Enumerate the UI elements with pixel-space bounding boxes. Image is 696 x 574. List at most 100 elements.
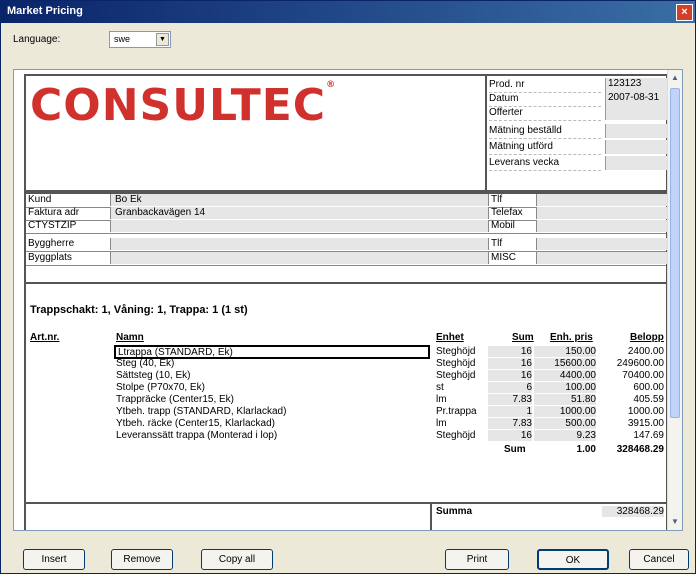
scroll-down-icon[interactable]: ▼ [669,516,681,528]
item-sum: 7.83 [488,418,532,429]
info-row: Leverans vecka [487,156,667,171]
customer-row: Byggplats MISC [26,252,667,266]
item-unit-price: 4400.00 [534,370,596,381]
item-unit: Steghöjd [436,430,476,441]
item-unit: Pr.trappa [436,406,477,417]
summary-box: Summa 328468.29 [24,502,668,530]
item-unit-price: 100.00 [534,382,596,393]
customer-value: Bo Ek [110,194,488,206]
customer-value2 [536,252,667,264]
item-sum: 16 [488,346,532,357]
item-name[interactable]: Ltrappa (STANDARD, Ek) [114,345,430,359]
info-value: 2007-08-31 [605,92,667,106]
info-row: Offerter [487,106,667,121]
item-unit-price: 1000.00 [534,406,596,417]
logo-text: CONSULTEC [30,80,327,131]
info-key: Mätning beställd [489,125,601,139]
table-row[interactable]: Leveranssätt trappa (Monterad i lop) Ste… [26,430,666,441]
info-key: Offerter [489,107,601,121]
copy-all-button[interactable]: Copy all [201,549,273,570]
info-key: Datum [489,93,601,107]
col-header-unit-price: Enh. pris [550,332,593,343]
cancel-button[interactable]: Cancel [629,549,689,570]
ok-button[interactable]: OK [537,549,609,570]
logo-mark: ® [326,80,337,90]
info-value: 123123 [605,78,667,92]
info-key: Mätning utförd [489,141,601,155]
scroll-thumb[interactable] [670,88,680,418]
item-unit: Steghöjd [436,370,476,381]
language-select[interactable]: swe ▼ [109,31,171,48]
table-row[interactable]: Ytbeh. räcke (Center15, Klarlackad) lm 7… [26,418,666,429]
customer-value [110,238,488,250]
language-value: swe [114,34,131,44]
logo-box: CONSULTEC® [24,74,486,192]
table-row[interactable]: Sättsteg (10, Ek) Steghöjd 16 4400.00 70… [26,370,666,381]
info-value [605,106,667,120]
print-button[interactable]: Print [445,549,509,570]
customer-box: Kund Bo Ek Tlf Faktura adr Granbackavägen 1… [24,192,668,284]
customer-value2 [536,194,667,206]
chevron-down-icon[interactable]: ▼ [156,33,169,46]
market-pricing-window: Market Pricing × Language: swe ▼ CONSULT… [0,0,696,574]
item-unit: st [436,382,444,393]
table-row[interactable]: Trappräcke (Center15, Ek) lm 7.83 51.80 … [26,394,666,405]
item-name: Steg (40, Ek) [116,358,175,369]
customer-key: Byggplats [28,252,72,263]
item-sum: 16 [488,358,532,369]
col-header-unit: Enhet [436,332,464,343]
item-unit-price: 500.00 [534,418,596,429]
info-key: Prod. nr [489,79,601,93]
customer-key2: Mobil [488,220,536,232]
info-value [605,156,667,170]
document-view[interactable]: CONSULTEC® Prod. nr 123123 Datum 2007-08-3… [13,69,683,531]
col-header-art: Art.nr. [30,332,60,343]
item-unit-price: 15600.00 [534,358,596,369]
item-name: Stolpe (P70x70, Ek) [116,382,205,393]
customer-row: Byggherre Tlf [26,238,667,252]
total-unit-price: 1.00 [576,444,596,455]
customer-key2: Tlf [488,238,536,250]
item-name: Ytbeh. räcke (Center15, Klarlackad) [116,418,275,429]
customer-value2 [536,220,667,232]
info-row: Datum 2007-08-31 [487,92,667,107]
staircase-section: Trappschakt: 1, Våning: 1, Trappa: 1 (1 … [24,284,668,502]
item-unit: Steghöjd [436,346,476,357]
customer-row: CTYSTZIP Mobil [26,220,667,234]
info-key: Leverans vecka [489,157,601,171]
item-unit: lm [436,394,447,405]
customer-key2: Telefax [488,207,536,219]
info-row: Prod. nr 123123 [487,78,667,93]
total-label: Sum [504,444,526,455]
col-header-name: Namn [116,332,144,343]
table-row[interactable]: Steg (40, Ek) Steghöjd 16 15600.00 24960… [26,358,666,369]
table-total-row: Sum 1.00 328468.29 [26,444,666,455]
item-unit: lm [436,418,447,429]
customer-key: Byggherre [28,238,75,249]
document-page: CONSULTEC® Prod. nr 123123 Datum 2007-08-3… [14,70,668,530]
item-name: Trappräcke (Center15, Ek) [116,394,235,405]
remove-button[interactable]: Remove [111,549,173,570]
close-icon[interactable]: × [676,4,693,21]
col-header-amount: Belopp [630,332,664,343]
table-row[interactable]: Ytbeh. trapp (STANDARD, Klarlackad) Pr.t… [26,406,666,417]
item-unit-price: 51.80 [534,394,596,405]
customer-row: Faktura adr Granbackavägen 14 Telefax [26,207,667,221]
table-row[interactable]: Ltrappa (STANDARD, Ek) Steghöjd 16 150.0… [26,345,666,359]
customer-key2: Tlf [488,194,536,206]
vertical-scrollbar[interactable]: ▲ ▼ [667,70,682,530]
insert-button[interactable]: Insert [23,549,85,570]
scroll-up-icon[interactable]: ▲ [669,72,681,84]
item-amount: 3915.00 [627,418,664,429]
item-unit-price: 150.00 [534,346,596,357]
customer-value2 [536,238,667,250]
item-sum: 16 [488,370,532,381]
consultec-logo: CONSULTEC® [30,80,336,131]
info-row: Mätning utförd [487,140,667,155]
item-sum: 7.83 [488,394,532,405]
info-value [605,140,667,154]
item-amount: 70400.00 [622,370,664,381]
table-row[interactable]: Stolpe (P70x70, Ek) st 6 100.00 600.00 [26,382,666,393]
item-amount: 1000.00 [627,406,664,417]
window-title: Market Pricing [7,5,83,17]
